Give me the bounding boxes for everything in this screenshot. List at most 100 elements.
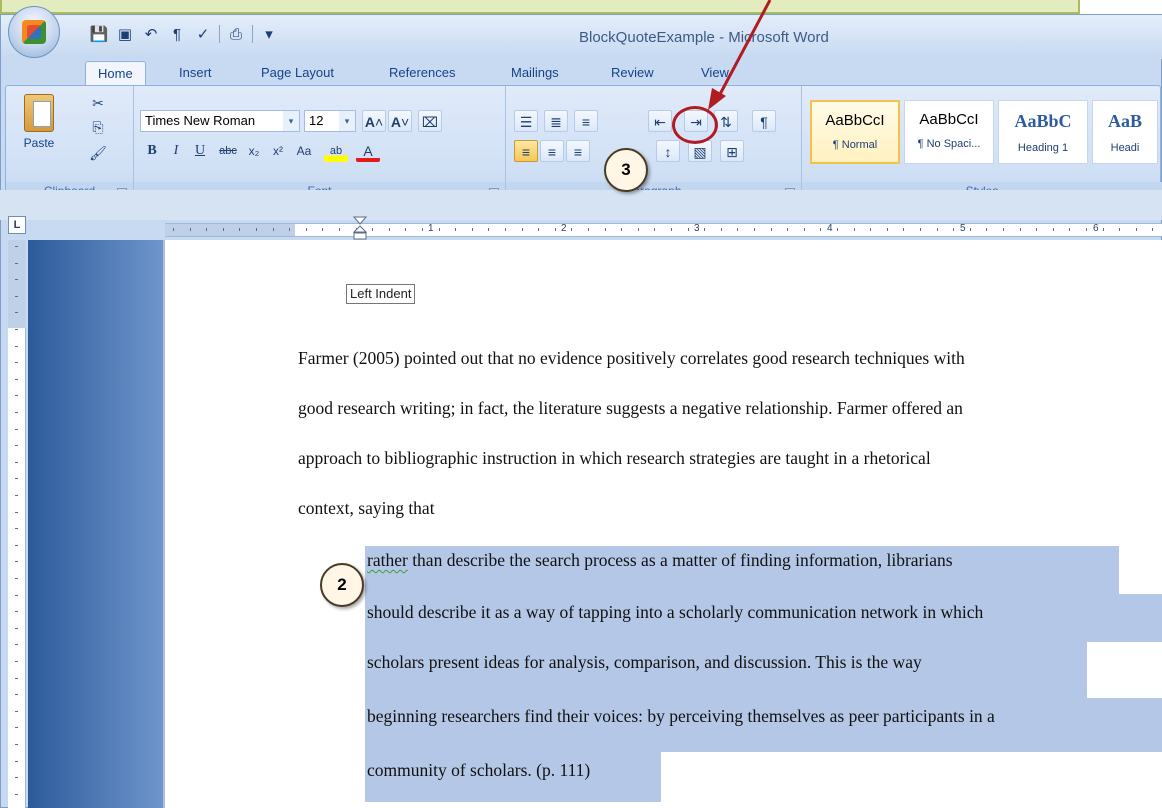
ribbon: Paste ✂ ⎘ 🖌 Clipboard ↘ Times New Roman … — [5, 85, 1162, 203]
italic-icon[interactable]: I — [164, 140, 188, 162]
ruler-tick — [15, 511, 18, 513]
tab-page-layout[interactable]: Page Layout — [261, 61, 334, 85]
ruler-tick — [488, 228, 490, 231]
ruler-tick — [272, 228, 274, 231]
left-indent-marker[interactable] — [353, 216, 367, 240]
ruler-tick — [654, 228, 656, 231]
ruler-tick — [803, 228, 805, 231]
subscript-icon[interactable]: x₂ — [242, 140, 266, 162]
ruler-tick — [15, 661, 18, 662]
ruler-number: 4 — [827, 223, 833, 234]
ruler-tick — [554, 228, 556, 231]
undo-icon[interactable]: ↶ — [141, 25, 161, 43]
quick-access-toolbar: 💾 ▣ ↶ ¶ ✓ ⎙ ▾ — [89, 23, 279, 45]
quote-text: than describe the search process as a ma… — [407, 550, 953, 570]
highlight-icon[interactable]: ab — [324, 140, 348, 162]
shrink-font-icon[interactable]: A˅ — [388, 110, 412, 132]
style-no-spacing[interactable]: AaBbCcI ¶ No Spaci... — [904, 100, 994, 164]
ruler-tick — [15, 478, 18, 480]
style-heading-2[interactable]: AaB Headi — [1092, 100, 1158, 164]
vertical-ruler[interactable] — [8, 240, 26, 808]
ruler-tick — [1036, 228, 1038, 231]
strikethrough-icon[interactable]: abc — [216, 140, 240, 162]
clear-formatting-icon[interactable]: ⌧ — [418, 110, 442, 132]
bullets-icon[interactable]: ☰ — [514, 110, 538, 132]
ruler-tick — [15, 246, 18, 247]
multilevel-list-icon[interactable]: ≡ — [574, 110, 598, 132]
paragraph-line: good research writing; in fact, the lite… — [298, 398, 963, 418]
grow-font-icon[interactable]: A˄ — [362, 110, 386, 132]
ruler-tick — [15, 378, 18, 380]
chevron-down-icon[interactable]: ▾ — [283, 111, 299, 131]
copy-icon[interactable]: ⎘ — [86, 116, 110, 138]
ruler-tick — [15, 627, 18, 629]
style-name: ¶ No Spaci... — [917, 138, 981, 150]
numbering-icon[interactable]: ≣ — [544, 110, 568, 132]
tab-insert[interactable]: Insert — [179, 61, 212, 85]
ruler-tick — [986, 228, 988, 231]
ruler-tick — [305, 228, 307, 231]
ruler-tick — [15, 710, 18, 712]
font-size-value: 12 — [309, 113, 324, 128]
ruler-tick — [1019, 228, 1021, 231]
ruler-tick — [953, 228, 955, 231]
ruler-tick — [15, 578, 18, 579]
style-name: ¶ Normal — [832, 139, 878, 151]
font-size-combo[interactable]: 12 ▾ — [304, 110, 356, 132]
style-sample: AaBbCcI — [919, 111, 979, 128]
show-formatting-icon[interactable]: ¶ — [167, 26, 187, 43]
borders-icon[interactable]: ⊞ — [720, 140, 744, 162]
ruler-tick — [787, 228, 789, 231]
style-normal[interactable]: AaBbCcI ¶ Normal — [810, 100, 900, 164]
toolbar-divider — [252, 25, 253, 43]
decrease-indent-icon[interactable]: ⇤ — [648, 110, 672, 132]
line-spacing-icon[interactable]: ↕ — [656, 140, 680, 162]
save-icon[interactable]: 💾 — [89, 25, 109, 43]
font-family-combo[interactable]: Times New Roman ▾ — [140, 110, 300, 132]
print-icon[interactable]: ⎙ — [226, 26, 246, 43]
ruler-tick — [15, 295, 18, 297]
customize-toolbar-icon[interactable]: ▾ — [259, 25, 279, 43]
ruler-tick — [588, 228, 589, 231]
change-case-icon[interactable]: Aa — [292, 140, 316, 162]
ruler-tick — [256, 228, 257, 231]
underline-icon[interactable]: U — [188, 140, 212, 162]
align-right-icon[interactable]: ≡ — [566, 140, 590, 162]
ruler-tick — [770, 228, 772, 231]
spelling-icon[interactable]: ✓ — [193, 25, 213, 43]
font-color-icon[interactable]: A — [356, 140, 380, 162]
align-center-icon[interactable]: ≡ — [540, 140, 564, 162]
bold-icon[interactable]: B — [140, 140, 164, 162]
save-as-icon[interactable]: ▣ — [115, 25, 135, 43]
office-button[interactable] — [8, 6, 60, 58]
ribbon-tabs: Home Insert Page Layout References Maili… — [1, 59, 1162, 85]
spelling-flag-word: rather — [367, 550, 408, 570]
quote-line: rather than describe the search process … — [367, 550, 953, 571]
tab-mailings[interactable]: Mailings — [511, 61, 559, 85]
tab-selector[interactable]: L — [8, 216, 26, 234]
style-heading-1[interactable]: AaBbC Heading 1 — [998, 100, 1088, 164]
cut-icon[interactable]: ✂ — [86, 92, 110, 114]
ruler-tick — [621, 228, 623, 231]
ruler-tick — [15, 727, 18, 729]
ruler-tick — [15, 594, 18, 596]
tab-home[interactable]: Home — [85, 61, 146, 85]
horizontal-ruler[interactable]: 1 2 3 4 5 6 — [165, 223, 1162, 237]
ruler-tick — [1069, 228, 1071, 231]
quote-line: beginning researchers find their voices:… — [367, 706, 995, 726]
toolbar-divider — [219, 25, 220, 43]
ruler-tick — [289, 228, 291, 231]
tab-review[interactable]: Review — [611, 61, 654, 85]
ruler-tick — [239, 228, 241, 231]
chevron-down-icon[interactable]: ▾ — [339, 111, 355, 131]
paste-button[interactable]: Paste — [16, 94, 62, 166]
ruler-tick — [15, 744, 18, 745]
ruler-tick — [15, 279, 18, 281]
superscript-icon[interactable]: x² — [266, 140, 290, 162]
align-left-icon[interactable]: ≡ — [514, 140, 538, 162]
ruler-tick — [388, 228, 390, 231]
ruler-tick — [920, 228, 921, 231]
title-bar: 💾 ▣ ↶ ¶ ✓ ⎙ ▾ BlockQuoteExample - Micros… — [1, 15, 1162, 59]
format-painter-icon[interactable]: 🖌 — [86, 142, 110, 164]
tab-references[interactable]: References — [389, 61, 455, 85]
